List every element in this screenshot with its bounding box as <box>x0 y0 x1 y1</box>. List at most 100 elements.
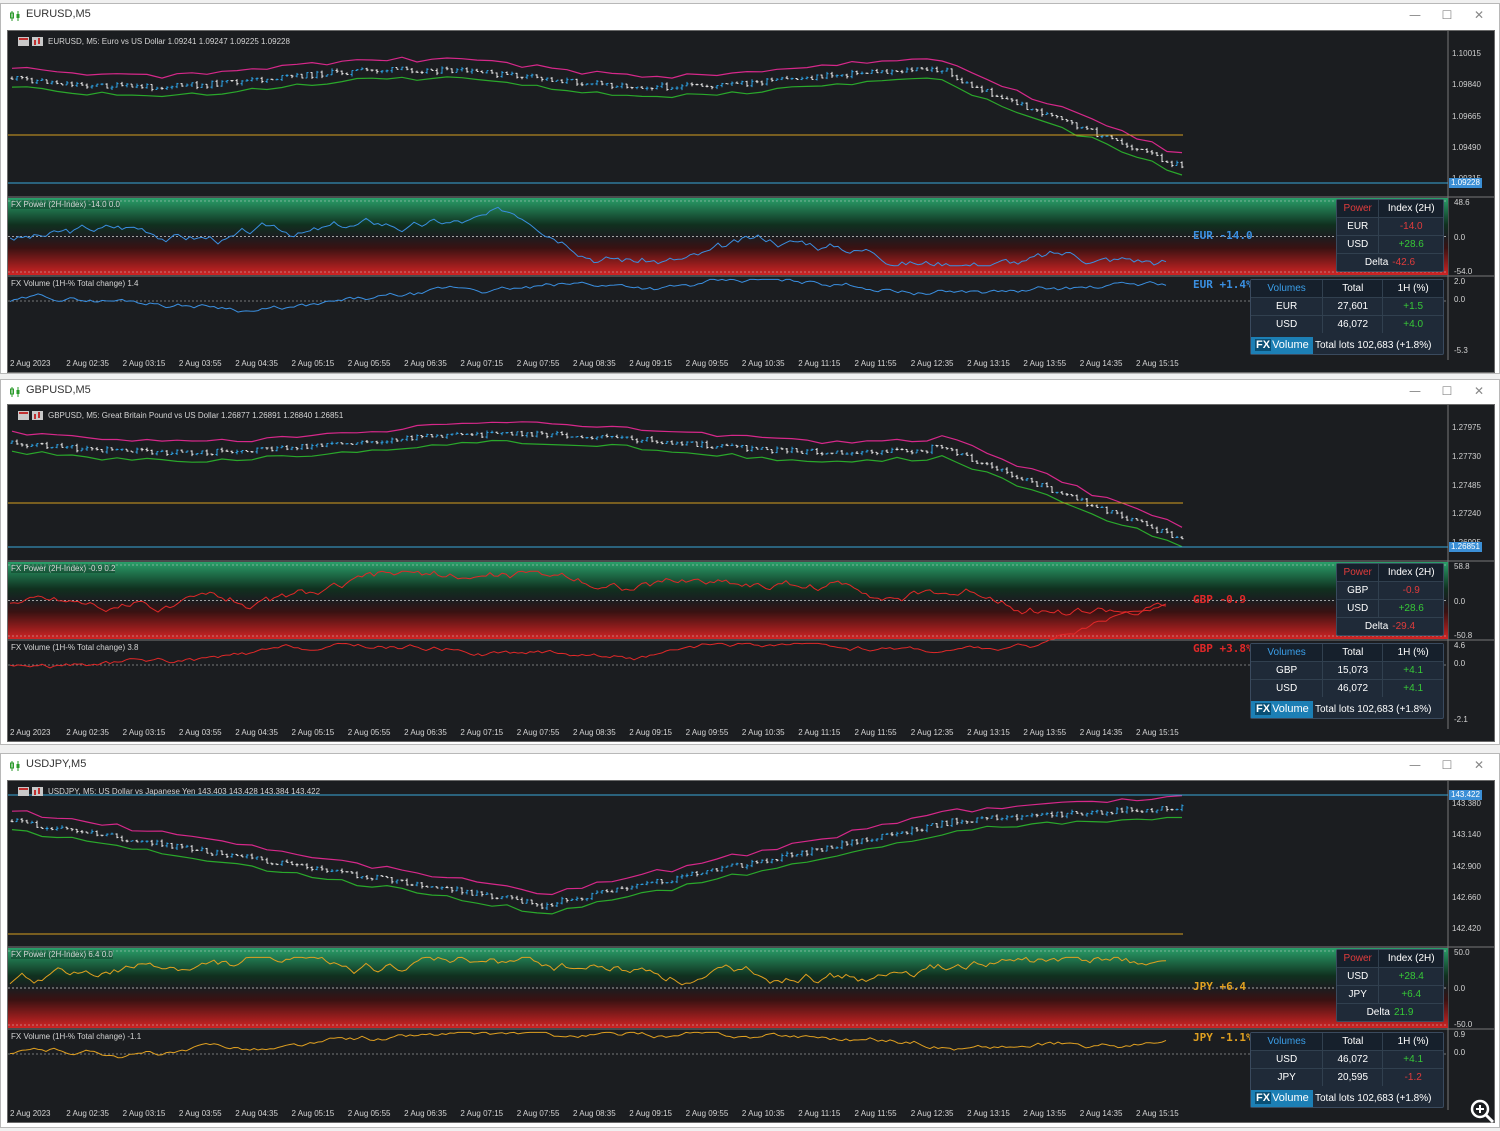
close-button[interactable]: ✕ <box>1469 383 1489 399</box>
time-label: 2 Aug 13:15 <box>967 728 1010 737</box>
chart-window-usdjpy[interactable]: USDJPY,M5 — ☐ ✕ USDJPY, M5: US Dollar vs Jap… <box>0 753 1500 1128</box>
window-titlebar[interactable]: USDJPY,M5 — ☐ ✕ <box>1 754 1499 776</box>
time-label: 2 Aug 07:15 <box>460 359 504 368</box>
chart-area[interactable]: USDJPY, M5: US Dollar vs Japanese Yen 14… <box>7 780 1495 1123</box>
fx-power-title: FX Power (2H-Index) -0.9 0.2 <box>11 564 116 573</box>
time-label: 2 Aug 09:15 <box>629 1109 673 1118</box>
window-titlebar[interactable]: EURUSD,M5 — ☐ ✕ <box>1 4 1499 26</box>
volume-change-value: +4.1 <box>1382 679 1443 697</box>
total-lots-text: Total lots 102,683 (+1.8%) <box>1315 704 1432 715</box>
time-label: 2 Aug 03:15 <box>122 728 166 737</box>
time-label: 2 Aug 11:15 <box>798 728 841 737</box>
power-axis-label: -54.0 <box>1454 267 1473 276</box>
power-header-label: Power <box>1337 200 1379 218</box>
fxvolume-logo-text: Volume <box>1272 339 1309 351</box>
index-header-label: Index (2H) <box>1378 200 1443 218</box>
current-price-label: 143.422 <box>1449 790 1482 800</box>
chart-window-gbpusd[interactable]: GBPUSD,M5 — ☐ ✕ GBPUSD, M5: Great Britain Po… <box>0 379 1500 745</box>
volume-change-value: +4.1 <box>1382 661 1443 680</box>
volume-axis-label: 0.0 <box>1454 295 1466 304</box>
power-header-label: Power <box>1337 950 1379 968</box>
fxvolume-logo[interactable]: FX Volume <box>1251 1090 1313 1107</box>
chart-type-icon <box>18 787 48 797</box>
time-label: 2 Aug 10:35 <box>741 359 785 368</box>
volume-axis-label: 2.0 <box>1454 277 1466 286</box>
minimize-button[interactable]: — <box>1405 7 1425 23</box>
lower-band-line <box>11 76 1183 176</box>
time-label: 2 Aug 03:15 <box>122 359 166 368</box>
fxvolume-logo-text: Volume <box>1272 1092 1309 1104</box>
zoom-icon[interactable] <box>1468 1097 1496 1125</box>
time-label: 2 Aug 10:35 <box>741 1109 785 1118</box>
change-header-label: 1H (%) <box>1382 644 1443 662</box>
time-label: 2 Aug 13:55 <box>1023 728 1067 737</box>
fx-volume-currency-tag: JPY -1.1% <box>1193 1031 1253 1044</box>
time-label: 2 Aug 08:35 <box>573 359 616 368</box>
change-header-label: 1H (%) <box>1382 280 1443 298</box>
time-label: 2 Aug 06:35 <box>404 359 447 368</box>
fxvolume-logo[interactable]: FX Volume <box>1251 701 1313 718</box>
chart-type-icon <box>18 411 48 421</box>
time-label: 2 Aug 13:15 <box>967 1109 1010 1118</box>
time-label: 2 Aug 09:55 <box>685 1109 729 1118</box>
time-label: 2 Aug 05:15 <box>291 728 335 737</box>
time-label: 2 Aug 14:35 <box>1079 728 1123 737</box>
price-candles <box>10 66 1184 169</box>
time-label: 2 Aug 06:35 <box>404 728 447 737</box>
fx-volume-title: FX Volume (1H-% Total change) -1.1 <box>11 1032 142 1041</box>
fx-volume-line <box>9 278 1167 313</box>
price-label: 1.09490 <box>1452 142 1481 152</box>
volume-total-value: 27,601 <box>1322 297 1383 316</box>
close-button[interactable]: ✕ <box>1469 757 1489 773</box>
chart-area[interactable]: GBPUSD, M5: Great Britain Pound vs US Do… <box>7 404 1495 742</box>
symbol-info-text: GBPUSD, M5: Great Britain Pound vs US Do… <box>48 411 344 420</box>
fx-power-panel: Power Index (2H) GBP -0.9 USD +28.6 Delta -29.4 <box>1336 563 1444 636</box>
chart-area[interactable]: EURUSD, M5: Euro vs US Dollar 1.09241 1.… <box>7 30 1495 373</box>
chart-symbol-info: GBPUSD, M5: Great Britain Pound vs US Do… <box>18 411 344 421</box>
minimize-button[interactable]: — <box>1405 757 1425 773</box>
fx-power-currency-tag: JPY +6.4 <box>1193 980 1246 993</box>
volume-axis-label: 0.0 <box>1454 1048 1466 1057</box>
power-header-label: Power <box>1337 564 1379 582</box>
minimize-button[interactable]: — <box>1405 383 1425 399</box>
time-label: 2 Aug 09:55 <box>685 359 729 368</box>
window-titlebar[interactable]: GBPUSD,M5 — ☐ ✕ <box>1 380 1499 402</box>
time-label: 2 Aug 11:15 <box>798 1109 841 1118</box>
window-title: USDJPY,M5 <box>26 758 87 770</box>
volume-row: USD 46,072 +4.0 <box>1251 315 1443 333</box>
maximize-button[interactable]: ☐ <box>1437 7 1457 23</box>
chart-window-eurusd[interactable]: EURUSD,M5 — ☐ ✕ EURUSD, M5: Euro vs US Dolla… <box>0 3 1500 374</box>
volume-row: GBP 15,073 +4.1 <box>1251 661 1443 680</box>
time-label: 2 Aug 05:55 <box>347 728 391 737</box>
delta-label: Delta <box>1364 621 1389 632</box>
delta-label: Delta <box>1364 257 1389 268</box>
maximize-button[interactable]: ☐ <box>1437 757 1457 773</box>
fx-volume-panel: Volumes Total 1H (%) EUR 27,601 +1.5 USD 46,072… <box>1250 279 1444 355</box>
fx-power-panel: Power Index (2H) USD +28.4 JPY +6.4 Delta 21.9 <box>1336 949 1444 1022</box>
chart-symbol-info: EURUSD, M5: Euro vs US Dollar 1.09241 1.… <box>18 37 290 47</box>
fxvolume-logo[interactable]: FX Volume <box>1251 337 1313 354</box>
close-button[interactable]: ✕ <box>1469 7 1489 23</box>
volumes-header-label: Volumes <box>1251 644 1323 662</box>
fxvolume-logo-prefix: FX <box>1255 703 1272 715</box>
volume-total-value: 46,072 <box>1322 679 1383 697</box>
maximize-button[interactable]: ☐ <box>1437 383 1457 399</box>
fx-volume-panel: Volumes Total 1H (%) USD 46,072 +4.1 JPY 20,595… <box>1250 1032 1444 1108</box>
time-label: 2 Aug 14:35 <box>1079 1109 1123 1118</box>
time-axis: 2 Aug 2023 2 Aug 02:35 2 Aug 03:15 2 Aug 03… <box>8 1106 1494 1122</box>
power-index-value: -0.9 <box>1378 581 1443 600</box>
time-label: 2 Aug 12:35 <box>910 728 954 737</box>
power-axis-label: 0.0 <box>1454 984 1466 993</box>
price-label: 1.27240 <box>1452 509 1481 519</box>
total-header-label: Total <box>1322 1033 1383 1051</box>
time-label: 2 Aug 15:15 <box>1136 728 1179 737</box>
power-row: EUR -14.0 <box>1337 217 1443 236</box>
volume-row: JPY 20,595 -1.2 <box>1251 1068 1443 1086</box>
power-axis-label: 0.0 <box>1454 232 1466 242</box>
volume-row: USD 46,072 +4.1 <box>1251 679 1443 697</box>
time-label: 2 Aug 03:55 <box>178 1109 222 1118</box>
time-label: 2 Aug 07:15 <box>460 1109 504 1118</box>
symbol-info-text: EURUSD, M5: Euro vs US Dollar 1.09241 1.… <box>48 37 290 46</box>
time-label: 2 Aug 04:35 <box>235 1109 278 1118</box>
delta-value: -42.6 <box>1392 257 1416 268</box>
